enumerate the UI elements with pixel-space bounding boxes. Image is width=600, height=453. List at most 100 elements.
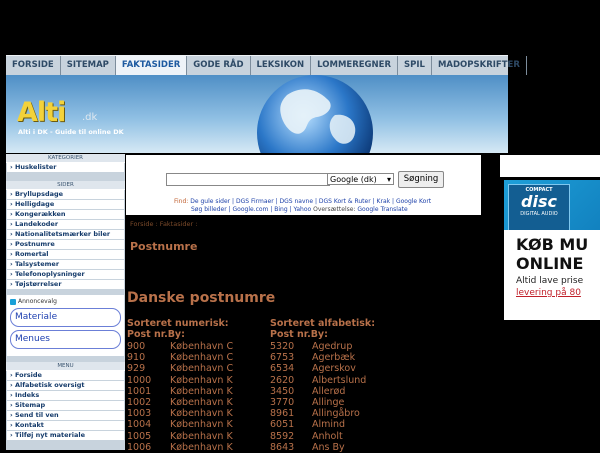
search-link[interactable]: Google Kort (396, 198, 431, 205)
postcode-row: 1006 København K (127, 442, 233, 453)
postcode-row: 1003 København K (127, 408, 233, 419)
search-link[interactable]: De gule sider (190, 198, 230, 205)
sidebar-side-item[interactable]: Bryllupsdage (7, 190, 124, 199)
postcode-row: 6753 Agerbæk (270, 352, 366, 363)
search-link[interactable]: Yahoo (294, 206, 312, 213)
search-button[interactable]: Søgning (398, 171, 444, 188)
section-title-kategorier: KATEGORIER (6, 154, 125, 163)
sidebar-side-item[interactable]: Landekoder (7, 220, 124, 229)
search-link[interactable]: Søg billeder (191, 206, 227, 213)
sidebar-menu-item[interactable]: Forside (7, 371, 124, 380)
search-links-row-1: Find: De gule sider | DGS Firmaer | DGS … (174, 198, 432, 205)
search-input[interactable] (166, 173, 330, 186)
ad-link-button[interactable]: Materiale (10, 308, 121, 327)
translate-label: Oversættelse: (313, 206, 356, 213)
postcode-number: 910 (127, 352, 146, 364)
sidebar-side-item[interactable]: Helligdage (7, 200, 124, 209)
main-heading: Danske postnumre (127, 290, 276, 306)
sidebar-menu-item[interactable]: Send til ven (7, 411, 124, 420)
search-panel: Google (dk) Søgning Find: De gule sider … (126, 155, 481, 215)
compact-disc-logo: COMPACT disc DIGITAL AUDIO (508, 184, 570, 231)
ad-line-3: Altid lave prise (516, 276, 584, 286)
sidebar-side-item[interactable]: Postnumre (7, 240, 124, 249)
numeric-column-header: Post nr.By: (127, 329, 185, 340)
cd-logo-text: disc (521, 192, 557, 211)
postcode-city: København K (170, 430, 233, 442)
right-ad-header (500, 155, 600, 177)
adchoices-label[interactable]: Annoncevalg (10, 298, 121, 305)
postcode-city: Ans By (312, 441, 345, 453)
sidebar-side-item[interactable]: Tøjstørrelser (7, 280, 124, 289)
search-link[interactable]: Google.com (233, 206, 269, 213)
postcode-row: 8961 Allingåbro (270, 408, 366, 419)
postcode-number: 8961 (270, 408, 295, 420)
translate-link[interactable]: Google Translate (357, 206, 407, 213)
sidebar-menu-item[interactable]: Indeks (7, 391, 124, 400)
postcode-row: 5320 Agedrup (270, 341, 366, 352)
sidebar-menu-item[interactable]: Tilføj nyt materiale (7, 431, 124, 440)
postcode-row: 1004 København K (127, 419, 233, 430)
postcode-number: 1004 (127, 419, 152, 431)
breadcrumb[interactable]: Forside : Faktasider : (130, 220, 197, 228)
tab-madopskrifter[interactable]: MADOPSKRIFTER (432, 56, 527, 75)
page-title: Postnumre (130, 240, 198, 253)
postcode-row: 6051 Almind (270, 419, 366, 430)
postcode-row: 8643 Ans By (270, 442, 366, 453)
postcode-row: 1005 København K (127, 431, 233, 442)
postcode-number: 929 (127, 363, 146, 375)
postcode-city: Almind (312, 419, 346, 431)
cd-logo-bottom: DIGITAL AUDIO (520, 211, 558, 217)
sidebar-side-item[interactable]: Telefonoplysninger (7, 270, 124, 279)
search-engine-select[interactable]: Google (dk) (327, 173, 394, 186)
postcode-city: København C (170, 341, 234, 352)
sidebar-side-item[interactable]: Talsystemer (7, 260, 124, 269)
postcode-row: 6534 Agerskov (270, 363, 366, 374)
search-link[interactable]: DGS navne (280, 198, 314, 205)
postcode-row: 900 København C (127, 341, 233, 352)
search-link[interactable]: Krak (377, 198, 391, 205)
tab-leksikon[interactable]: LEKSIKON (251, 56, 312, 75)
alpha-heading: Sorteret alfabetisk: (270, 318, 376, 329)
tab-lommeregner[interactable]: LOMMEREGNER (311, 56, 398, 75)
postcode-number: 8643 (270, 441, 295, 453)
postcode-city: Allinge (312, 397, 345, 409)
postcode-number: 2620 (270, 374, 295, 386)
globe-image (257, 75, 373, 153)
sidebar-side-item[interactable]: Romertal (7, 250, 124, 259)
sidebar-side-item[interactable]: Nationalitetsmærker biler (7, 230, 124, 239)
postcode-number: 5320 (270, 341, 295, 352)
tab-faktasider[interactable]: FAKTASIDER (115, 56, 188, 75)
header-banner: Alti .dk Alti i DK - Guide til online DK (6, 75, 508, 153)
sidebar-side-item[interactable]: Kongerækken (7, 210, 124, 219)
tab-spil[interactable]: SPIL (398, 56, 432, 75)
search-link[interactable]: DGS Firmaer (236, 198, 274, 205)
site-tagline: Alti i DK - Guide til online DK (18, 128, 124, 136)
section-title-sider: SIDER (6, 181, 125, 190)
postcode-number: 1001 (127, 385, 152, 397)
sidebar-kategori-item[interactable]: Huskelister (7, 163, 124, 172)
postcode-row: 3450 Allerød (270, 386, 366, 397)
numeric-postcode-list: 900 København C 910 København C 929 København… (127, 341, 233, 453)
top-navigation: FORSIDE SITEMAP FAKTASIDER GODE RÅD LEKSIKON… (6, 55, 527, 76)
postcode-city: København C (170, 352, 234, 364)
postcode-city: København K (170, 441, 233, 453)
postcode-number: 1006 (127, 441, 152, 453)
tab-forside[interactable]: FORSIDE (6, 56, 61, 75)
postcode-city: Allerød (312, 385, 346, 397)
postcode-number: 1002 (127, 397, 152, 409)
left-sidebar: KATEGORIER Huskelister SIDER Bryllupsdag… (6, 154, 125, 450)
search-links-row-2: Søg billeder | Google.com | Bing | Yahoo… (191, 206, 408, 213)
site-logo[interactable]: Alti (17, 97, 66, 128)
sidebar-menu-item[interactable]: Alfabetisk oversigt (7, 381, 124, 390)
sidebar-menu-item[interactable]: Sitemap (7, 401, 124, 410)
numeric-heading: Sorteret numerisk: (127, 318, 229, 329)
ad-link-button[interactable]: Menues (10, 330, 121, 349)
search-link[interactable]: DGS Kort & Ruter (319, 198, 371, 205)
sidebar-menu-item[interactable]: Kontakt (7, 421, 124, 430)
tab-goderåd[interactable]: GODE RÅD (187, 56, 251, 75)
right-banner-ad[interactable]: COMPACT disc DIGITAL AUDIO KØB MU ONLINE… (504, 180, 600, 320)
search-link[interactable]: Bing (274, 206, 287, 213)
postcode-city: Allingåbro (312, 408, 360, 420)
tab-sitemap[interactable]: SITEMAP (61, 56, 116, 75)
postcode-number: 3770 (270, 397, 295, 409)
